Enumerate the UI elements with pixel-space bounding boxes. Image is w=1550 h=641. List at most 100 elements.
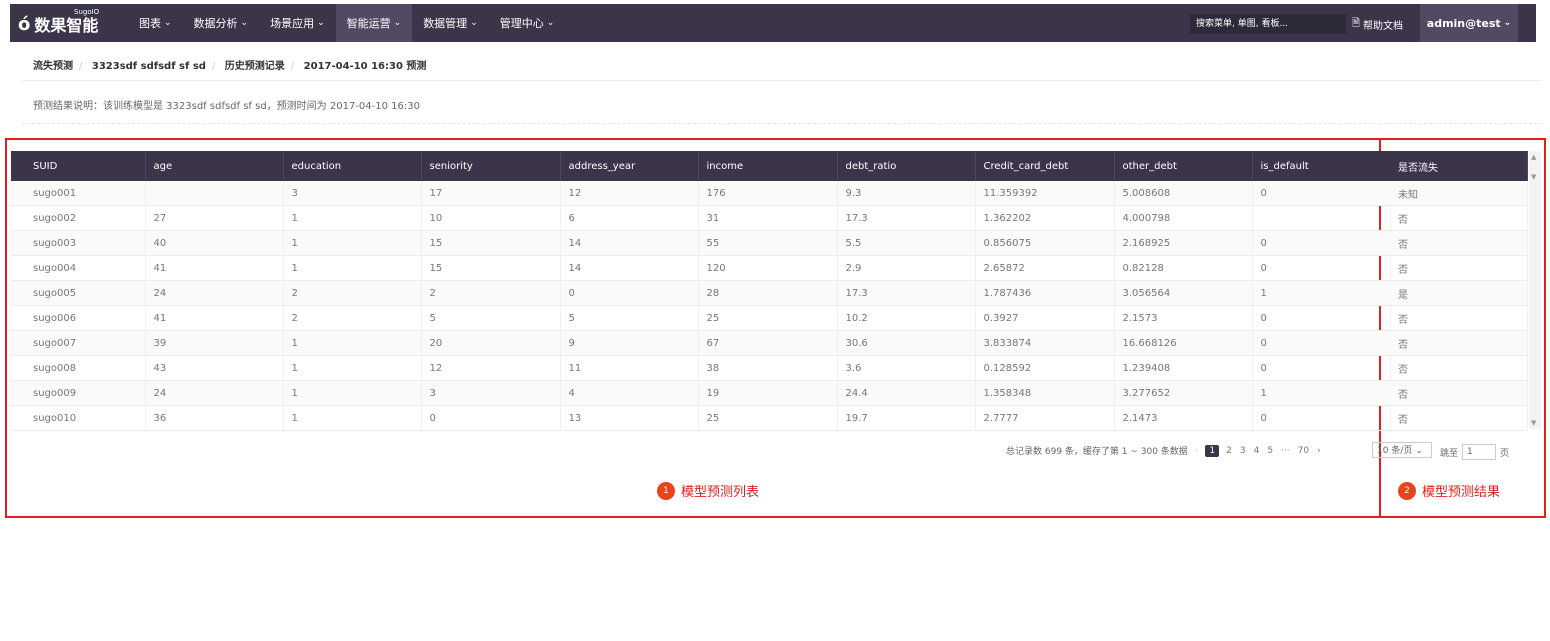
main-nav: 图表 ⌄ 数据分析 ⌄ 场景应用 ⌄ 智能运营 ⌄ 数据管理 ⌄ 管理中心 ⌄: [128, 4, 565, 42]
table-cell: sugo001: [11, 181, 146, 206]
nav-item-admin-center[interactable]: 管理中心 ⌄: [489, 4, 566, 42]
column-header[interactable]: education: [283, 151, 422, 181]
table-cell: 2.1573: [1114, 305, 1253, 331]
page-number[interactable]: 5: [1266, 446, 1274, 456]
table-cell: 2: [421, 280, 561, 306]
page-number[interactable]: 3: [1239, 446, 1247, 456]
column-header[interactable]: address_year: [560, 151, 699, 181]
annotation-number: 1: [657, 481, 675, 500]
table-cell: 176: [698, 181, 838, 206]
table-cell: sugo006: [11, 305, 146, 331]
breadcrumb-item[interactable]: 3323sdf sdfsdf sf sd: [92, 61, 206, 72]
page-number[interactable]: 4: [1253, 446, 1261, 456]
user-menu[interactable]: admin@test ⌄: [1420, 4, 1518, 42]
column-header[interactable]: debt_ratio: [837, 151, 976, 181]
scroll-up-icon[interactable]: ▲: [1531, 153, 1536, 161]
table-cell: 2.1473: [1114, 405, 1253, 431]
table-cell: 41: [145, 255, 284, 281]
table-cell: 1: [283, 380, 422, 406]
logo-icon: ó: [18, 13, 31, 35]
table-cell: 24: [145, 280, 284, 306]
divider: [22, 80, 1542, 81]
nav-item-scenarios[interactable]: 场景应用 ⌄: [259, 4, 336, 42]
table-row: 未知: [1390, 181, 1528, 206]
table-cell: 25: [698, 405, 838, 431]
table-cell: 3.277652: [1114, 380, 1253, 406]
churn-result-cell: 否: [1390, 405, 1528, 431]
nav-item-data-analysis[interactable]: 数据分析 ⌄: [183, 4, 260, 42]
table-scrollbar[interactable]: ▲ ▼ ▼: [1529, 151, 1541, 429]
column-header[interactable]: income: [698, 151, 838, 181]
table-cell: 1.787436: [975, 280, 1115, 306]
table-cell: 15: [421, 230, 561, 256]
prev-page-icon[interactable]: ‹: [1194, 446, 1200, 456]
page-number[interactable]: 2: [1225, 446, 1233, 456]
table-cell: 0: [1252, 181, 1391, 206]
chevron-down-icon: ⌄: [1503, 18, 1512, 28]
table-cell: 0: [421, 405, 561, 431]
table-header-row: SUID age education seniority address_yea…: [11, 151, 1391, 181]
table-row: 否: [1390, 405, 1528, 431]
prediction-table: SUID age education seniority address_yea…: [11, 151, 1391, 431]
column-header[interactable]: 是否流失: [1390, 151, 1528, 181]
annotation-number: 2: [1398, 481, 1416, 500]
table-cell: 3.833874: [975, 330, 1115, 356]
table-cell: 1: [283, 355, 422, 381]
breadcrumb: 流失预测/ 3323sdf sdfsdf sf sd / 历史预测记录/ 2017…: [33, 61, 427, 72]
table-cell: 3: [283, 181, 422, 206]
page-ellipsis[interactable]: ···: [1280, 446, 1291, 456]
table-cell: 38: [698, 355, 838, 381]
help-docs-link[interactable]: 🗎 帮助文档: [1352, 14, 1403, 34]
table-cell: 5.5: [837, 230, 976, 256]
page-jump-input[interactable]: 1: [1462, 444, 1497, 460]
divider: [22, 123, 1542, 124]
churn-result-cell: 否: [1390, 230, 1528, 256]
pagination: 总记录数 699 条，缓存了第 1 ~ 300 条数据 ‹ 1 2 3 4 5 …: [1006, 444, 1322, 457]
table-cell: 6: [560, 205, 699, 231]
table-row: 否: [1390, 380, 1528, 406]
table-row: 否: [1390, 355, 1528, 381]
scroll-down-icon[interactable]: ▼: [1531, 173, 1536, 181]
next-page-icon[interactable]: ›: [1316, 446, 1322, 456]
table-cell: 11: [560, 355, 699, 381]
table-cell: 1.362202: [975, 205, 1115, 231]
table-cell: 43: [145, 355, 284, 381]
column-header[interactable]: Credit_card_debt: [975, 151, 1115, 181]
table-cell: 0: [1252, 230, 1391, 256]
table-row: 是: [1390, 280, 1528, 306]
app-logo[interactable]: ó 数果智能 SugoIO: [18, 8, 99, 36]
search-input[interactable]: 搜索菜单, 单图, 看板...: [1190, 14, 1346, 34]
page-number[interactable]: 1: [1205, 444, 1220, 457]
nav-item-smart-ops[interactable]: 智能运营 ⌄: [335, 4, 413, 42]
table-cell: 13: [560, 405, 699, 431]
table-header-row: 是否流失: [1390, 151, 1528, 181]
column-header[interactable]: seniority: [421, 151, 561, 181]
table-cell: 0: [560, 280, 699, 306]
table-cell: 19.7: [837, 405, 976, 431]
column-header[interactable]: other_debt: [1114, 151, 1253, 181]
table-row: sugo008 43 1 12 11 38 3.6 0.128592 1.239408 0: [11, 355, 1391, 381]
table-cell: 2.65872: [975, 255, 1115, 281]
table-cell: 12: [560, 181, 699, 206]
column-header[interactable]: SUID: [11, 151, 146, 181]
table-cell: 4.000798: [1114, 205, 1253, 231]
breadcrumb-item[interactable]: 流失预测: [33, 61, 73, 72]
table-cell: sugo005: [11, 280, 146, 306]
page-number[interactable]: 70: [1297, 446, 1310, 456]
table-row: sugo010 36 1 0 13 25 19.7 2.7777 2.1473 0: [11, 405, 1391, 431]
scroll-down-icon[interactable]: ▼: [1531, 419, 1536, 427]
document-icon: 🗎: [1352, 17, 1361, 29]
column-header[interactable]: is_default: [1252, 151, 1391, 181]
table-row: sugo005 24 2 2 0 28 17.3 1.787436 3.056564 1: [11, 280, 1391, 306]
nav-item-data-management[interactable]: 数据管理 ⌄: [412, 4, 489, 42]
churn-result-cell: 否: [1390, 255, 1528, 281]
table-row: sugo003 40 1 15 14 55 5.5 0.856075 2.168925 0: [11, 230, 1391, 256]
table-cell: 40: [145, 230, 284, 256]
nav-item-charts[interactable]: 图表 ⌄: [128, 4, 183, 42]
page-size-select[interactable]: 10 条/页 ⌄: [1372, 442, 1432, 458]
breadcrumb-item[interactable]: 历史预测记录: [225, 61, 285, 72]
table-cell: 2.9: [837, 255, 976, 281]
table-cell: 0.856075: [975, 230, 1115, 256]
table-cell: 15: [421, 255, 561, 281]
column-header[interactable]: age: [145, 151, 284, 181]
